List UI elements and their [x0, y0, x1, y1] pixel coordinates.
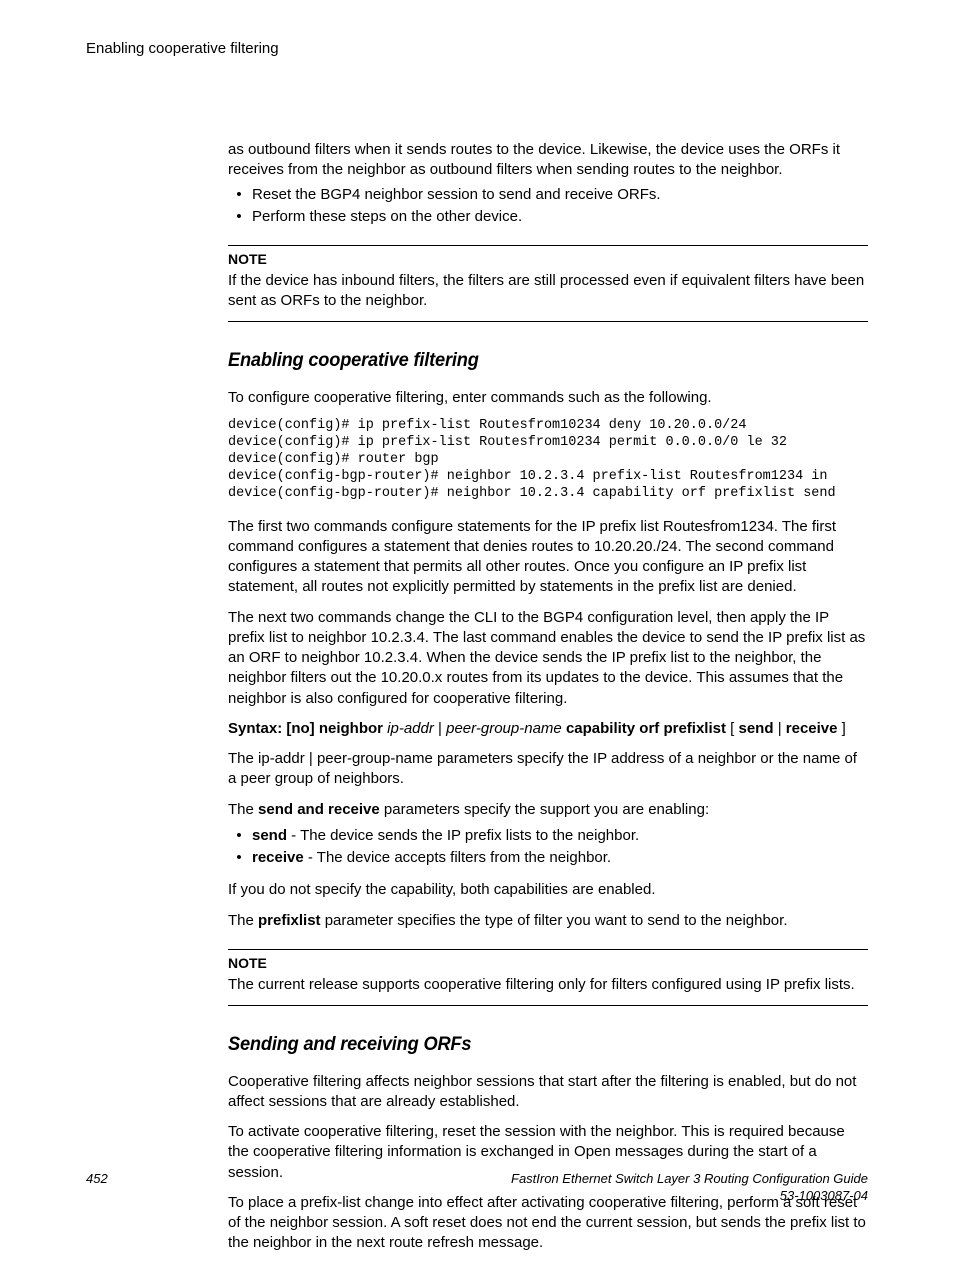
continued-paragraph: as outbound filters when it sends routes… [228, 140, 868, 181]
note-rule-top [228, 245, 868, 246]
list-item: Perform these steps on the other device. [250, 207, 868, 227]
list-item: send - The device sends the IP prefix li… [250, 826, 868, 846]
send-receive-bullets: send - The device sends the IP prefix li… [228, 826, 868, 869]
syntax-bracket: ] [842, 720, 846, 737]
bold-term: prefixlist [258, 912, 321, 929]
text: - The device accepts filters from the ne… [304, 849, 611, 866]
syntax-line: Syntax: [no] neighbor ip-addr | peer-gro… [228, 719, 868, 739]
syntax-arg: peer-group-name [446, 720, 562, 737]
note-label: NOTE [228, 954, 868, 973]
note-body: If the device has inbound filters, the f… [228, 271, 868, 312]
section-heading-enabling: Enabling cooperative filtering [228, 348, 842, 374]
section1-p1: The first two commands configure stateme… [228, 517, 868, 598]
bold-term: receive [252, 849, 304, 866]
bold-term: send [252, 827, 287, 844]
section1-p4: The send and receive parameters specify … [228, 800, 868, 820]
note-rule-bottom [228, 1005, 868, 1006]
section2-p1: Cooperative filtering affects neighbor s… [228, 1072, 868, 1113]
section1-p5: If you do not specify the capability, bo… [228, 880, 868, 900]
syntax-kw: capability orf prefixlist [566, 720, 726, 737]
syntax-arg: ip-addr [387, 720, 434, 737]
intro-bullets: Reset the BGP4 neighbor session to send … [228, 185, 868, 228]
syntax-kw: receive [786, 720, 838, 737]
text: The [228, 912, 258, 929]
text: - The device sends the IP prefix lists t… [287, 827, 639, 844]
syntax-pipe: | [778, 720, 786, 737]
syntax-kw: Syntax: [no] neighbor [228, 720, 383, 737]
section1-lead: To configure cooperative filtering, ente… [228, 388, 868, 408]
note-rule-top [228, 949, 868, 950]
page-content: as outbound filters when it sends routes… [228, 140, 868, 1264]
list-item: receive - The device accepts filters fro… [250, 848, 868, 868]
page-header-title: Enabling cooperative filtering [86, 40, 279, 57]
note-rule-bottom [228, 321, 868, 322]
text: The [228, 801, 258, 818]
footer-guide: FastIron Ethernet Switch Layer 3 Routing… [511, 1171, 868, 1205]
page-footer: 452 FastIron Ethernet Switch Layer 3 Rou… [86, 1171, 868, 1205]
text: parameters specify the support you are e… [380, 801, 709, 818]
note-body: The current release supports cooperative… [228, 975, 868, 995]
section1-p6: The prefixlist parameter specifies the t… [228, 911, 868, 931]
syntax-kw: send [739, 720, 774, 737]
page-number: 452 [86, 1171, 108, 1186]
section-heading-sending: Sending and receiving ORFs [228, 1032, 842, 1058]
text: parameter specifies the type of filter y… [321, 912, 788, 929]
code-block: device(config)# ip prefix-list Routesfro… [228, 418, 868, 502]
syntax-bracket: [ [730, 720, 738, 737]
guide-title: FastIron Ethernet Switch Layer 3 Routing… [511, 1171, 868, 1186]
section1-p3: The ip-addr | peer-group-name parameters… [228, 749, 868, 790]
section1-p2: The next two commands change the CLI to … [228, 608, 868, 709]
list-item: Reset the BGP4 neighbor session to send … [250, 185, 868, 205]
note-label: NOTE [228, 250, 868, 269]
syntax-pipe: | [438, 720, 446, 737]
doc-number: 53-1003087-04 [780, 1188, 868, 1203]
bold-term: send and receive [258, 801, 380, 818]
